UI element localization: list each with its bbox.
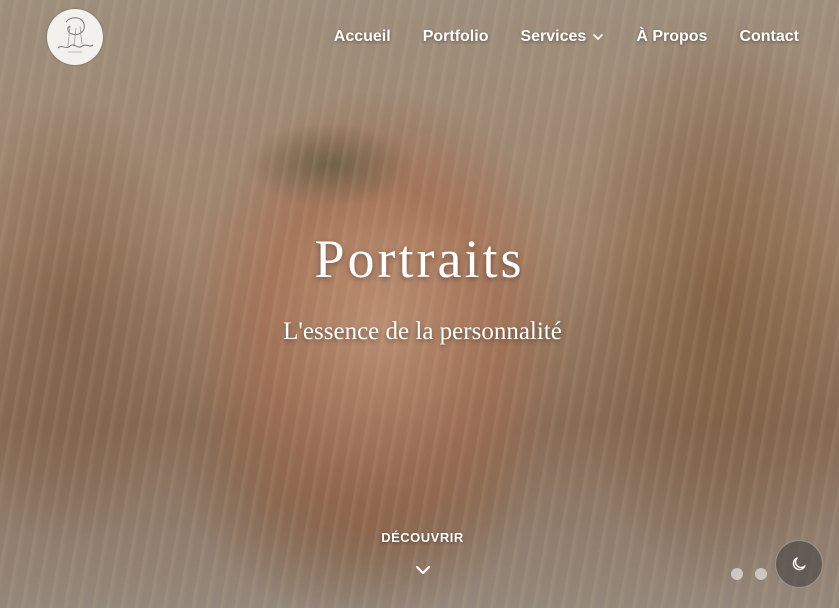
moon-icon bbox=[792, 557, 806, 571]
slider-dot[interactable] bbox=[755, 568, 767, 580]
chevron-down-icon[interactable] bbox=[413, 563, 433, 577]
nav-item-contact[interactable]: Contact bbox=[739, 28, 799, 46]
chevron-down-icon bbox=[593, 34, 604, 40]
hero-title: Portraits bbox=[314, 229, 525, 289]
nav-item-a-propos[interactable]: À Propos bbox=[636, 28, 707, 46]
site-logo[interactable] bbox=[47, 9, 103, 65]
slider-pagination bbox=[731, 568, 767, 580]
theme-toggle-button[interactable] bbox=[775, 540, 823, 588]
slider-dot[interactable] bbox=[731, 568, 743, 580]
nav-item-portfolio[interactable]: Portfolio bbox=[423, 28, 489, 46]
discover-link[interactable]: DÉCOUVRIR bbox=[0, 530, 839, 545]
nav-item-accueil[interactable]: Accueil bbox=[334, 28, 391, 46]
signature-logo-icon bbox=[57, 17, 94, 53]
nav-item-services-label: Services bbox=[520, 28, 587, 45]
hero-section: Accueil Portfolio Services À Propos Cont… bbox=[0, 0, 839, 608]
main-nav: Accueil Portfolio Services À Propos Cont… bbox=[334, 28, 799, 46]
hero-subtitle: L'essence de la personnalité bbox=[283, 318, 562, 345]
nav-item-services[interactable]: Services bbox=[520, 28, 604, 46]
